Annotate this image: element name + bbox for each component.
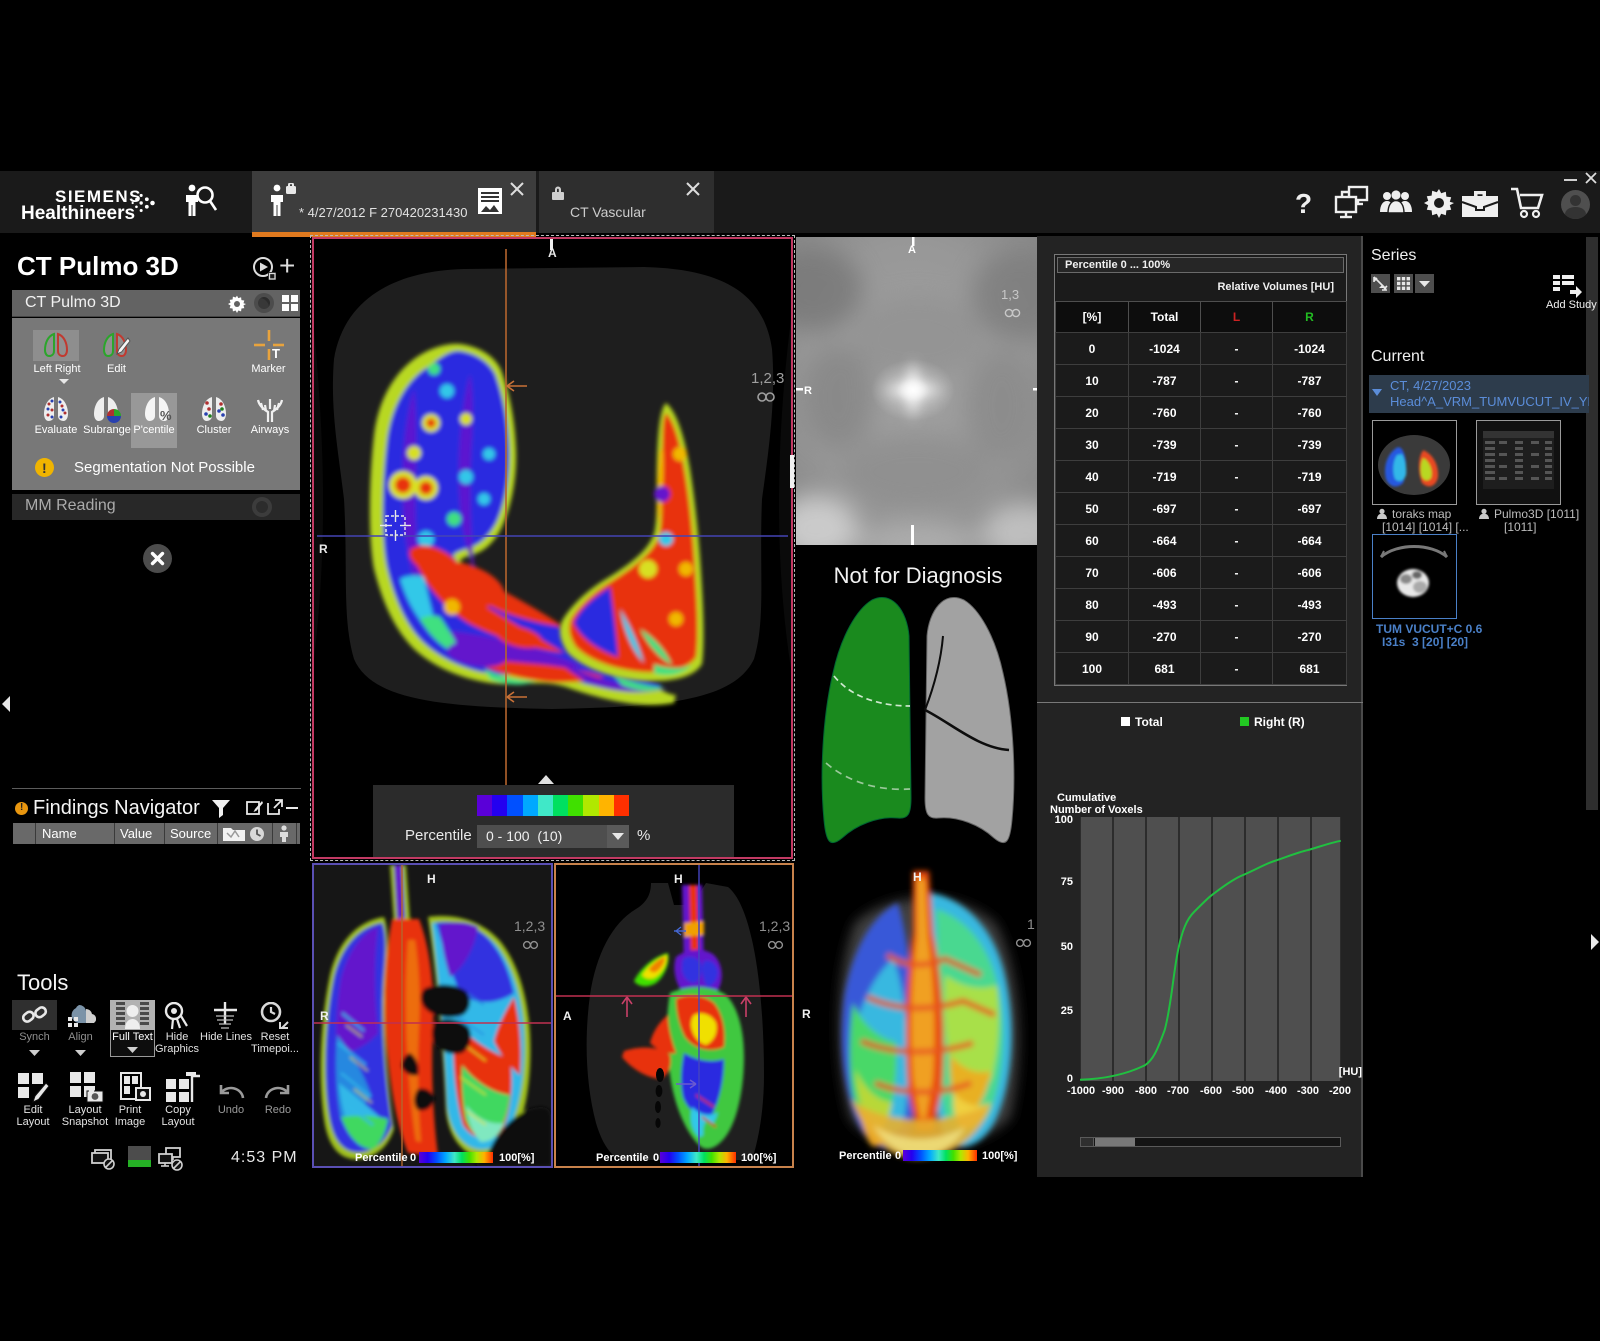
svg-text:1,2,3: 1,2,3 bbox=[751, 370, 784, 387]
svg-text:H: H bbox=[913, 870, 922, 884]
svg-text:H: H bbox=[427, 872, 436, 886]
svg-text:-900: -900 bbox=[1102, 1085, 1124, 1097]
svg-text:1: 1 bbox=[1027, 916, 1035, 932]
svg-text:25: 25 bbox=[1061, 1005, 1073, 1017]
svg-text:-700: -700 bbox=[1167, 1085, 1189, 1097]
svg-text:-800: -800 bbox=[1135, 1085, 1157, 1097]
svg-text:R: R bbox=[319, 542, 328, 556]
svg-text:100: 100 bbox=[1055, 814, 1073, 826]
svg-text:R: R bbox=[320, 1009, 329, 1023]
svg-text:A: A bbox=[563, 1009, 572, 1023]
svg-text:75: 75 bbox=[1061, 876, 1073, 888]
svg-text:R: R bbox=[804, 385, 812, 397]
svg-text:1,3: 1,3 bbox=[1001, 287, 1019, 302]
svg-text:-400: -400 bbox=[1265, 1085, 1287, 1097]
svg-text:-1000: -1000 bbox=[1067, 1085, 1095, 1097]
svg-text:50: 50 bbox=[1061, 941, 1073, 953]
svg-text:H: H bbox=[674, 872, 683, 886]
svg-text:1,2,3: 1,2,3 bbox=[514, 918, 545, 934]
svg-text:1,2,3: 1,2,3 bbox=[759, 918, 790, 934]
svg-text:-500: -500 bbox=[1232, 1085, 1254, 1097]
svg-text:[HU]: [HU] bbox=[1339, 1066, 1363, 1078]
svg-text:-600: -600 bbox=[1200, 1085, 1222, 1097]
svg-text:-300: -300 bbox=[1297, 1085, 1319, 1097]
svg-text:-200: -200 bbox=[1329, 1085, 1351, 1097]
svg-text:0: 0 bbox=[1067, 1073, 1073, 1085]
svg-text:R: R bbox=[802, 1007, 811, 1021]
